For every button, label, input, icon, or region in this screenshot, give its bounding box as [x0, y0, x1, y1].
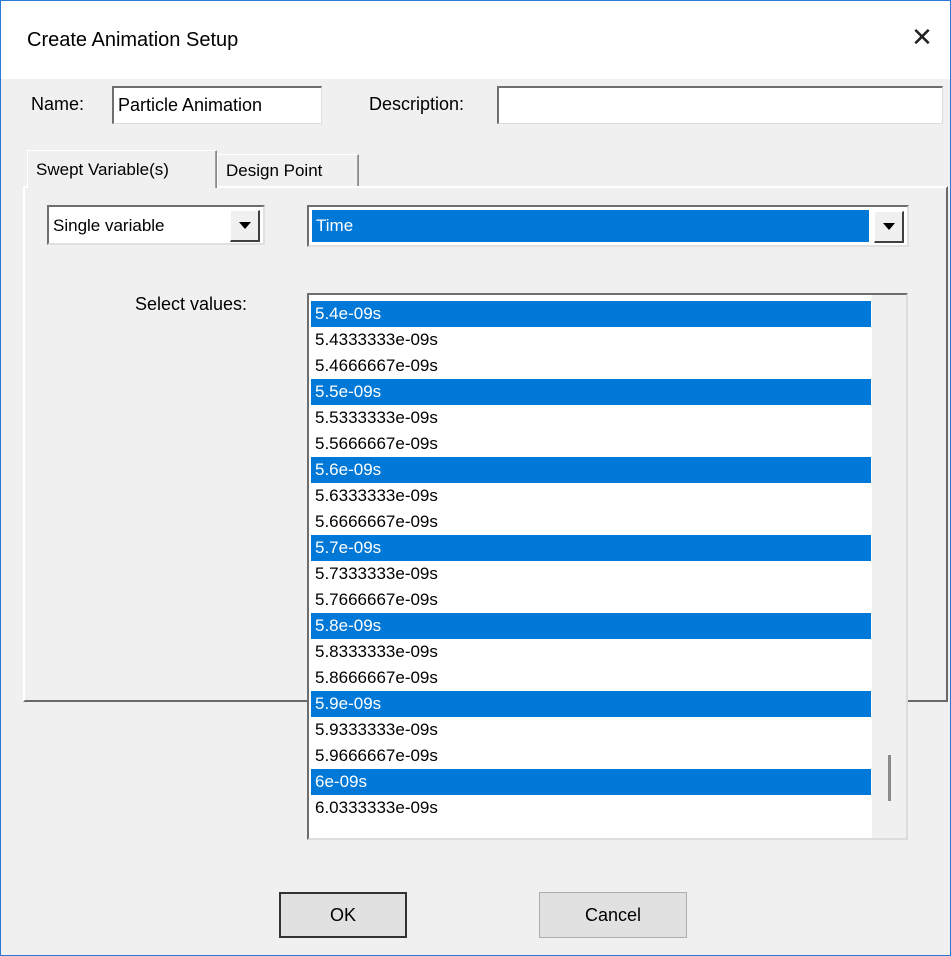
list-item[interactable]: 5.9333333e-09s — [311, 717, 871, 743]
mode-select-arrow[interactable] — [230, 210, 260, 242]
scroll-thumb[interactable] — [888, 755, 891, 801]
chevron-down-icon — [238, 222, 251, 229]
tab-swept-variables-label: Swept Variable(s) — [36, 159, 169, 179]
list-item[interactable]: 5.7333333e-09s — [311, 561, 871, 587]
name-label: Name: — [31, 94, 85, 114]
variable-select[interactable]: Time — [307, 205, 909, 247]
tab-design-point-label: Design Point — [226, 161, 323, 180]
cancel-button[interactable]: Cancel — [539, 892, 687, 938]
mode-select[interactable]: Single variable — [47, 205, 265, 245]
tab-design-point[interactable]: Design Point — [217, 154, 359, 188]
list-item[interactable]: 6.0333333e-09s — [311, 795, 871, 821]
variable-select-value: Time — [312, 210, 869, 242]
list-item[interactable]: 5.5666667e-09s — [311, 431, 871, 457]
select-values-label: Select values: — [135, 294, 248, 314]
variable-select-arrow[interactable] — [874, 211, 904, 243]
name-input[interactable]: Particle Animation — [112, 86, 322, 124]
list-item[interactable]: 5.9666667e-09s — [311, 743, 871, 769]
dialog-window: Create Animation Setup ✕ Name: Particle … — [0, 0, 951, 956]
close-icon[interactable]: ✕ — [902, 17, 942, 57]
list-item[interactable]: 5.7e-09s — [311, 535, 871, 561]
values-list: 5.4e-09s 5.4333333e-09s 5.4666667e-09s 5.5e… — [311, 301, 871, 821]
description-label: Description: — [369, 94, 465, 114]
list-item[interactable]: 5.4666667e-09s — [311, 353, 871, 379]
list-scrollbar[interactable] — [872, 295, 906, 838]
list-item[interactable]: 5.8e-09s — [311, 613, 871, 639]
list-item[interactable]: 5.7666667e-09s — [311, 587, 871, 613]
list-item[interactable]: 5.4e-09s — [311, 301, 871, 327]
list-item[interactable]: 5.9e-09s — [311, 691, 871, 717]
list-item[interactable]: 5.8666667e-09s — [311, 665, 871, 691]
list-item[interactable]: 6e-09s — [311, 769, 871, 795]
dialog-title: Create Animation Setup — [27, 29, 239, 51]
list-item[interactable]: 5.6666667e-09s — [311, 509, 871, 535]
list-item[interactable]: 5.5e-09s — [311, 379, 871, 405]
list-item[interactable]: 5.8333333e-09s — [311, 639, 871, 665]
list-item[interactable]: 5.6333333e-09s — [311, 483, 871, 509]
title-bar[interactable]: Create Animation Setup ✕ — [1, 1, 950, 79]
tab-swept-variables[interactable]: Swept Variable(s) — [27, 150, 217, 188]
list-item[interactable]: 5.4333333e-09s — [311, 327, 871, 353]
ok-button[interactable]: OK — [279, 892, 407, 938]
mode-select-value: Single variable — [53, 216, 165, 235]
list-item[interactable]: 5.6e-09s — [311, 457, 871, 483]
list-item[interactable]: 5.5333333e-09s — [311, 405, 871, 431]
values-listbox[interactable]: 5.4e-09s 5.4333333e-09s 5.4666667e-09s 5.5e… — [307, 293, 908, 840]
description-input[interactable] — [497, 86, 943, 124]
chevron-down-icon — [882, 223, 895, 230]
